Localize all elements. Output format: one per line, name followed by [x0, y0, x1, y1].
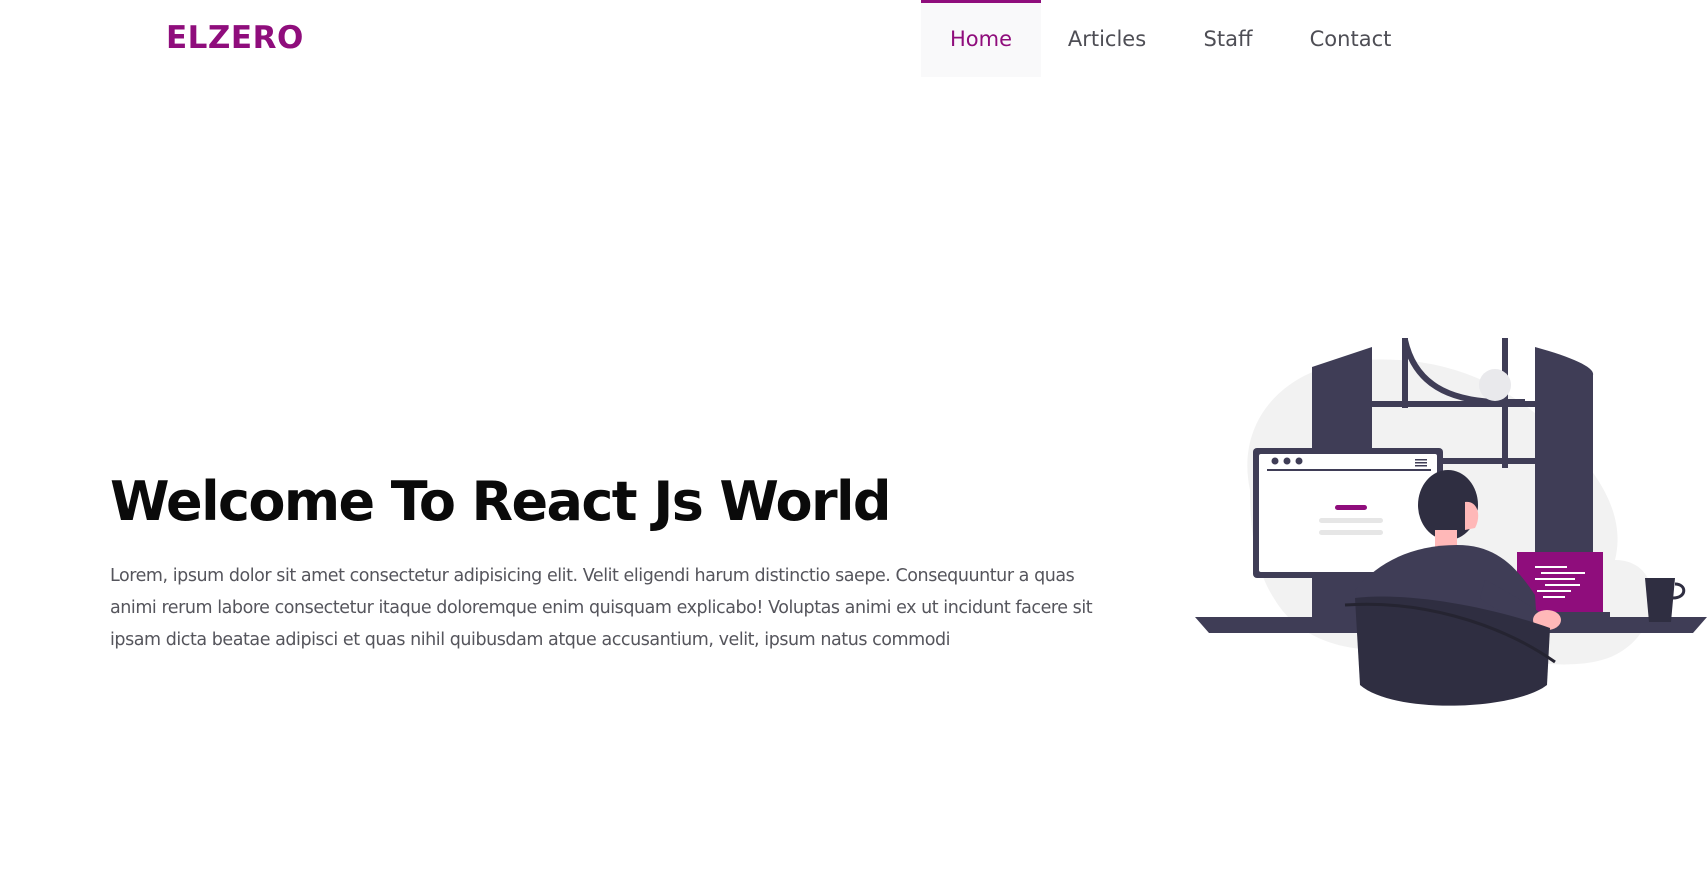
- main-nav: Home Articles Staff Contact: [921, 0, 1418, 77]
- site-logo[interactable]: ELZERO: [166, 20, 304, 56]
- monitor-line-2: [1319, 530, 1383, 535]
- monitor-line-1: [1319, 518, 1383, 523]
- mug-handle: [1672, 582, 1686, 600]
- nav-link-articles[interactable]: Articles: [1041, 0, 1173, 77]
- window-bar-left: [1402, 338, 1408, 408]
- monitor-menu-icon-2: [1415, 462, 1427, 464]
- developer-at-desk-illustration: [1195, 338, 1707, 706]
- window-circle: [1479, 369, 1511, 401]
- monitor-menu-icon-3: [1415, 465, 1427, 467]
- monitor-menu-icon: [1415, 459, 1427, 461]
- nav-link-contact[interactable]: Contact: [1283, 0, 1418, 77]
- nav-link-staff[interactable]: Staff: [1173, 0, 1283, 77]
- monitor-dot-2: [1283, 457, 1291, 465]
- monitor-dot-3: [1295, 457, 1303, 465]
- site-header: ELZERO Home Articles Staff Contact: [0, 0, 1707, 80]
- monitor-accent-bar: [1335, 505, 1367, 510]
- hero-title: Welcome To React Js World: [110, 470, 892, 533]
- monitor-dot-1: [1271, 457, 1279, 465]
- coffee-mug: [1645, 578, 1675, 622]
- hero-description: Lorem, ipsum dolor sit amet consectetur …: [110, 566, 1093, 650]
- window-crossbar-1: [1372, 401, 1535, 407]
- nav-link-home[interactable]: Home: [921, 0, 1041, 77]
